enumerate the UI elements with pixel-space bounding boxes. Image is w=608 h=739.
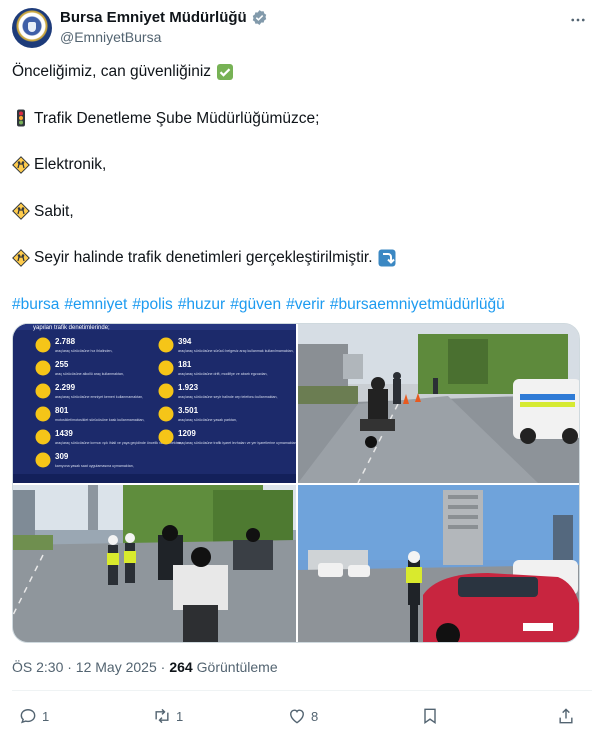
traffic-light-icon — [12, 109, 30, 127]
like-button[interactable]: 8 — [287, 706, 318, 726]
infographic-item-number: 309 — [55, 452, 69, 461]
reply-button[interactable]: 1 — [18, 706, 49, 726]
infographic-item-number: 181 — [178, 360, 192, 369]
share-icon — [559, 708, 573, 724]
repost-icon — [155, 708, 169, 724]
view-count: 264 — [169, 659, 193, 675]
warning-sign-icon — [12, 202, 30, 220]
infographic-item-number: 2.788 — [55, 337, 76, 346]
infographic-item-text: motosiklet/motosiklet sürücüsüne kask ku… — [55, 418, 144, 422]
more-options-icon[interactable] — [568, 10, 588, 30]
repost-count: 1 — [176, 708, 184, 724]
infographic-item-icon — [35, 360, 51, 376]
infographic-item-text: araç/araç sürücüsüne seyir halinde cep t… — [178, 395, 278, 399]
bookmark-button[interactable] — [420, 706, 440, 726]
hashtag-link[interactable]: #bursa — [12, 293, 59, 316]
view-label: Görüntüleme — [196, 659, 278, 675]
infographic-item-text: araç/araç sürücüsüne drift, modifiye ve … — [178, 372, 268, 376]
hashtag-link[interactable]: #polis — [132, 293, 173, 316]
reply-count: 1 — [42, 708, 50, 724]
heart-icon — [290, 709, 304, 724]
check-mark-icon — [216, 63, 234, 81]
media-grid: yapılan trafik denetimlerinde; 2.788 araç… — [12, 323, 580, 643]
arrow-down-icon — [378, 249, 396, 267]
infographic-item-icon — [158, 337, 174, 353]
infographic-item-icon — [158, 383, 174, 399]
hashtag-link[interactable]: #güven — [230, 293, 281, 316]
display-name[interactable]: Bursa Emniyet Müdürlüğü — [60, 9, 247, 26]
name-row: Bursa Emniyet Müdürlüğü — [60, 9, 268, 26]
infographic-item-number: 2.299 — [55, 383, 76, 392]
bookmark-icon — [424, 708, 436, 725]
timestamp[interactable]: ÖS 2:30 · 12 May 2025 · — [12, 659, 165, 675]
infographic-item-number: 394 — [178, 337, 192, 346]
hashtag-link[interactable]: #emniyet — [64, 293, 127, 316]
infographic-item-number: 1.923 — [178, 383, 199, 392]
infographic-item-icon — [158, 360, 174, 376]
tweet-line-4: Sabit, — [12, 200, 592, 223]
infographic-item-text: araç/araç sürücüsüne yasak parktan, — [178, 418, 237, 422]
infographic-item-text: araç/araç sürücüsüne emniyet kemeri kull… — [55, 395, 143, 399]
infographic-item-text: araç sürücüsüne alkollü araç kullanmakta… — [55, 372, 124, 376]
infographic-item-icon — [35, 452, 51, 468]
infographic-item-icon — [158, 429, 174, 445]
infographic-item-text: araç/araç sürücüsüne sürücü belgesiz ara… — [178, 349, 294, 353]
hashtag-link[interactable]: #verir — [286, 293, 325, 316]
tweet-line-2: Trafik Denetleme Şube Müdürlüğümüzce; — [12, 107, 592, 130]
infographic-item-text: kamyona yasak saat uygulamasına uymamakt… — [55, 464, 134, 468]
checkpoint-photo-motorcyclists[interactable] — [13, 485, 296, 642]
checkpoint-photo-red-car[interactable] — [298, 485, 579, 642]
tweet-text: Önceliğimiz, can güvenliğiniz Trafik Den… — [12, 60, 592, 316]
infographic-item-number: 801 — [55, 406, 69, 415]
warning-sign-icon — [12, 248, 30, 267]
reply-icon — [20, 709, 36, 724]
verified-badge-icon — [252, 10, 266, 25]
infographic-heading: yapılan trafik denetimlerinde; — [33, 325, 110, 331]
tweet-meta: ÖS 2:30 · 12 May 2025 · 264 Görüntüleme — [12, 659, 278, 675]
infographic-item-icon — [35, 406, 51, 422]
infographic-item-number: 3.501 — [178, 406, 199, 415]
action-bar: 1 1 8 — [12, 700, 592, 736]
infographic-item-icon — [158, 406, 174, 422]
infographic-item-number: 1439 — [55, 429, 73, 438]
infographic-image[interactable]: yapılan trafik denetimlerinde; 2.788 araç… — [13, 324, 296, 483]
infographic-item-number: 255 — [55, 360, 69, 369]
warning-sign-icon — [12, 155, 30, 174]
share-button[interactable] — [556, 706, 576, 726]
tweet-line-5: Seyir halinde trafik denetimleri gerçekl… — [12, 246, 592, 269]
hashtag-link[interactable]: #huzur — [178, 293, 225, 316]
infographic-item-icon — [35, 429, 51, 445]
infographic-item-text: araç/araç sürücüsüne trafik işaret levha… — [178, 441, 296, 445]
infographic-item-text: araç/araç sürücüsüne hız ihlalinden, — [55, 349, 113, 353]
tweet-header: Bursa Emniyet Müdürlüğü @EmniyetBursa — [12, 8, 596, 48]
hashtag-link[interactable]: #bursaemniyetmüdürlüğü — [330, 293, 505, 316]
handle[interactable]: @EmniyetBursa — [60, 29, 161, 45]
infographic-item-icon — [35, 337, 51, 353]
infographic-item-number: 1209 — [178, 429, 196, 438]
avatar[interactable] — [12, 8, 52, 48]
checkpoint-photo-motorcycle[interactable] — [298, 324, 579, 483]
divider — [12, 690, 592, 691]
tweet-line-1: Önceliğimiz, can güvenliğiniz — [12, 60, 592, 83]
infographic-item-icon — [35, 383, 51, 399]
repost-button[interactable]: 1 — [152, 706, 183, 726]
hashtag-list: #bursa #emniyet #polis #huzur #güven #ve… — [12, 293, 592, 316]
like-count: 8 — [311, 708, 319, 724]
tweet-line-3: Elektronik, — [12, 153, 592, 176]
